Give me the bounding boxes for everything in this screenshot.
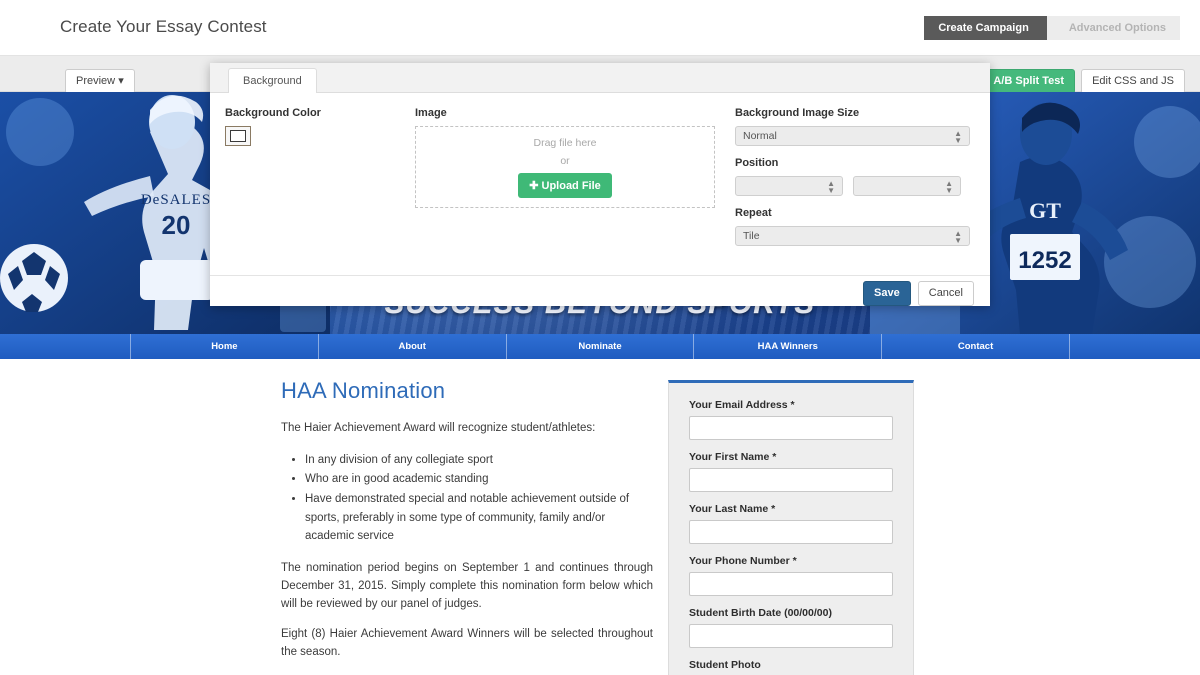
toolbar-right-actions: A/B Split Test Edit CSS and JS [982,69,1185,94]
or-text: or [560,154,570,167]
repeat-select[interactable]: Tile ▲ ▼ [735,226,970,246]
position-label: Position [735,157,779,169]
preview-label: Preview [76,75,116,87]
field-first-name: Your First Name * [689,451,893,492]
site-navbar: Home About Nominate HAA Winners Contact [0,334,1200,359]
nav-item-haa-winners[interactable]: HAA Winners [693,334,881,359]
last-name-field[interactable] [689,520,893,544]
edit-css-js-button[interactable]: Edit CSS and JS [1081,69,1185,94]
wizard-step-create-campaign[interactable]: Create Campaign [924,16,1059,40]
svg-text:DeSALES: DeSALES [141,192,211,208]
background-color-section: Background Color [225,107,400,146]
select-arrows-icon: ▲ ▼ [827,179,835,195]
image-dropzone[interactable]: Drag file here or ✚ Upload File [415,126,715,208]
chevron-down-icon: ▾ [118,75,124,87]
field-first-name-label: Your First Name * [689,451,777,463]
image-size-label: Background Image Size [735,107,860,119]
cancel-button[interactable]: Cancel [917,281,974,306]
image-size-value: Normal [743,130,777,142]
field-phone-label: Your Phone Number * [689,555,797,567]
content-heading: HAA Nomination [281,378,446,403]
content-paragraph-2: Eight (8) Haier Achievement Award Winner… [281,628,653,659]
wizard-step-advanced-options[interactable]: Advanced Options [1046,16,1180,40]
image-size-select[interactable]: Normal ▲ ▼ [735,126,970,146]
field-student-photo-label: Student Photo [689,659,761,671]
select-arrows-icon: ▲ ▼ [954,229,962,245]
repeat-group: Repeat Tile ▲ ▼ [735,207,970,246]
select-arrows-icon: ▲ ▼ [945,179,953,195]
repeat-value: Tile [743,230,760,242]
phone-field[interactable] [689,572,893,596]
list-item: Have demonstrated special and notable ac… [305,490,653,546]
nav-item-home[interactable]: Home [130,334,318,359]
svg-text:GT: GT [1029,198,1061,223]
field-birth-date-label: Student Birth Date (00/00/00) [689,607,832,619]
field-last-name: Your Last Name * [689,503,893,544]
image-size-group: Background Image Size Normal ▲ ▼ [735,107,970,146]
background-color-swatch[interactable] [225,126,251,146]
criteria-list: In any division of any collegiate sport … [281,451,653,546]
preview-dropdown-button[interactable]: Preview ▾ [65,69,135,94]
upload-file-button[interactable]: ✚ Upload File [518,172,612,198]
image-label: Image [415,107,447,119]
modal-tab-strip: Background [210,63,990,94]
field-email: Your Email Address * [689,399,893,440]
color-chip [230,130,246,142]
modal-footer: Save Cancel [210,275,990,306]
first-name-field[interactable] [689,468,893,492]
svg-text:1252: 1252 [1018,247,1071,274]
list-item: In any division of any collegiate sport [305,451,653,470]
list-item: Who are in good academic standing [305,470,653,489]
app-root: Create Your Essay Contest Create Campaig… [0,0,1200,675]
field-last-name-label: Your Last Name * [689,503,776,515]
plus-icon: ✚ [529,179,539,192]
field-email-label: Your Email Address * [689,399,795,411]
email-field[interactable] [689,416,893,440]
nav-item-nominate[interactable]: Nominate [505,334,694,359]
tab-background[interactable]: Background [228,68,317,94]
content-paragraph-1: The nomination period begins on Septembe… [281,561,653,610]
page-title: Create Your Essay Contest [60,17,267,36]
content-lead: The Haier Achievement Award will recogni… [281,422,596,434]
field-student-photo: Student Photo ? [689,659,893,675]
background-options-section: Background Image Size Normal ▲ ▼ Position… [735,107,970,257]
select-arrows-icon: ▲ ▼ [954,129,962,145]
nomination-form-panel: Your Email Address * Your First Name * Y… [668,380,914,675]
ab-split-test-button[interactable]: A/B Split Test [982,69,1076,94]
upload-file-label: Upload File [541,179,601,192]
image-section: Image Drag file here or ✚ Upload File [415,107,715,208]
field-birth-date: Student Birth Date (00/00/00) [689,607,893,648]
nav-item-contact[interactable]: Contact [881,334,1070,359]
field-phone: Your Phone Number * [689,555,893,596]
wizard-steps: Create Campaign Advanced Options [924,16,1180,40]
position-group: Position ▲ ▼ ▲ ▼ [735,157,970,196]
drag-file-text: Drag file here [533,136,597,149]
background-color-label: Background Color [225,107,321,119]
nav-item-about[interactable]: About [317,334,506,359]
position-x-select[interactable]: ▲ ▼ [735,176,843,196]
position-y-select[interactable]: ▲ ▼ [853,176,961,196]
svg-text:20: 20 [162,210,191,240]
page-content-column: HAA Nomination The Haier Achievement Awa… [281,378,653,675]
repeat-label: Repeat [735,207,772,219]
app-header: Create Your Essay Contest Create Campaig… [0,0,1200,56]
birth-date-field[interactable] [689,624,893,648]
save-button[interactable]: Save [863,281,911,306]
